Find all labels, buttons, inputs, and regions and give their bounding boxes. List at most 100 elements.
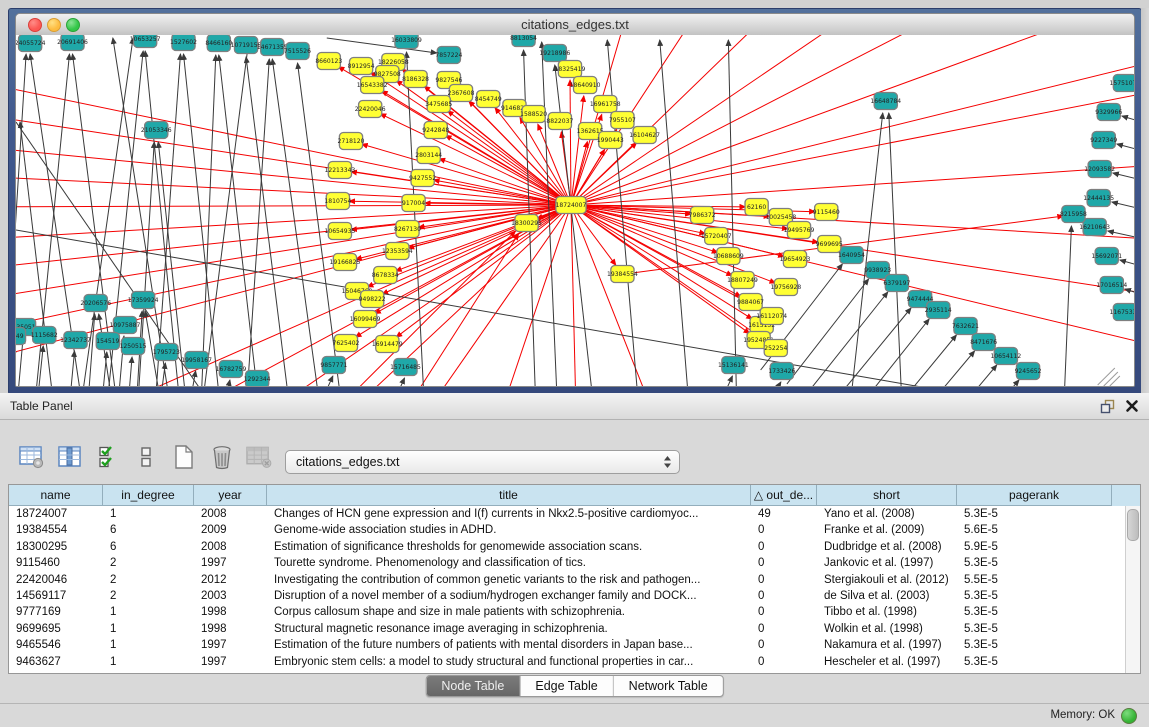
graph-node[interactable]: 1115682 (31, 327, 58, 344)
table-settings-icon[interactable] (18, 444, 45, 471)
graph-node[interactable]: 19218986 (539, 45, 570, 62)
graph-node[interactable]: 1810754 (324, 193, 351, 210)
table-scrollbar[interactable] (1125, 506, 1140, 673)
graph-node[interactable]: 19756928 (771, 279, 802, 296)
graph-node[interactable]: 18300295 (511, 215, 542, 232)
graph-node[interactable]: 62160 (745, 199, 768, 216)
graph-node[interactable]: 12353594 (382, 243, 413, 260)
graph-node[interactable]: 1733426 (768, 363, 795, 380)
table-row[interactable]: 946362711997Embryonic stem cells: a mode… (9, 654, 1126, 670)
graph-node[interactable]: 9227349 (1090, 132, 1117, 149)
graph-node[interactable]: 16099469 (350, 311, 381, 328)
graph-node[interactable]: 9242848 (422, 122, 449, 139)
graph-node[interactable]: 8822037 (546, 113, 573, 130)
tab-node-table[interactable]: Node Table (426, 676, 519, 696)
network-canvas[interactable]: 1872400724055724206914061065325715276028… (16, 35, 1134, 386)
graph-node[interactable]: 6379197 (883, 275, 910, 292)
graph-node[interactable]: 9245652 (1015, 363, 1042, 380)
graph-node[interactable]: 9427552 (409, 170, 436, 187)
table-selector-dropdown[interactable]: citations_edges.txt (285, 450, 680, 474)
graph-node[interactable]: 1588520 (520, 106, 547, 123)
tab-edge-table[interactable]: Edge Table (519, 676, 612, 696)
graph-node[interactable]: 10654935 (325, 223, 356, 240)
graph-node[interactable]: 19958167 (181, 352, 212, 369)
graph-node[interactable]: 16961758 (590, 96, 621, 113)
new-document-icon[interactable] (170, 444, 197, 471)
delete-table-disabled-icon[interactable] (246, 444, 273, 471)
graph-node[interactable]: 8454749 (475, 91, 502, 108)
graph-node[interactable]: 2935114 (925, 302, 952, 319)
graph-node[interactable]: 2718120 (338, 133, 365, 150)
graph-node[interactable]: 12213343 (325, 162, 356, 179)
graph-node[interactable]: 18724007 (556, 197, 587, 214)
graph-node[interactable]: 20206576 (80, 295, 111, 312)
graph-node[interactable]: 8660123 (315, 53, 342, 70)
graph-node[interactable]: 16033809 (391, 35, 422, 49)
graph-node[interactable]: 12342737 (60, 332, 91, 349)
graph-node[interactable]: 7515526 (284, 43, 311, 60)
graph-node[interactable]: 7857224 (435, 47, 462, 64)
graph-node[interactable]: 10975887 (110, 317, 141, 334)
graph-node[interactable]: 1795723 (153, 344, 180, 361)
graph-node[interactable]: 8215958 (1060, 206, 1087, 223)
graph-node[interactable]: 18325419 (555, 61, 586, 78)
graph-node[interactable]: 16104627 (629, 127, 660, 144)
select-checks-icon[interactable] (94, 444, 121, 471)
graph-node[interactable]: 8678334 (372, 267, 399, 284)
graph-node[interactable]: 10653257 (130, 35, 161, 48)
graph-node[interactable]: 12444135 (1083, 190, 1114, 207)
graph-node[interactable]: 1250515 (120, 338, 147, 355)
float-panel-icon[interactable] (1100, 399, 1115, 414)
column-header[interactable]: short (817, 485, 957, 506)
graph-node[interactable]: 19166825 (330, 254, 361, 271)
graph-node[interactable]: 9115460 (813, 204, 840, 221)
graph-node[interactable]: 252254 (764, 340, 787, 357)
graph-node[interactable]: 9884067 (737, 294, 764, 311)
graph-node[interactable]: 16543382 (357, 77, 388, 94)
graph-node[interactable]: 18640910 (570, 77, 601, 94)
graph-node[interactable]: 9329966 (1095, 104, 1122, 121)
graph-node[interactable]: 9857771 (320, 357, 347, 374)
graph-node[interactable]: 7986372 (689, 207, 716, 224)
column-header[interactable]: pagerank (957, 485, 1112, 506)
table-row[interactable]: 977716911998Corpus callosum shape and si… (9, 604, 1126, 620)
row-height-icon[interactable] (132, 444, 159, 471)
graph-node[interactable]: 11675339 (1110, 304, 1134, 321)
graph-node[interactable]: 16914479 (372, 336, 403, 353)
graph-node[interactable]: 16782759 (216, 361, 247, 378)
graph-node[interactable]: 10688609 (713, 248, 744, 265)
column-header[interactable]: name (9, 485, 103, 506)
graph-node[interactable]: 12093582 (1084, 161, 1115, 178)
table-row[interactable]: 1456911722003Disruption of a novel membe… (9, 588, 1126, 604)
graph-node[interactable]: 7625402 (332, 335, 359, 352)
graph-node[interactable]: 1640954 (838, 247, 865, 264)
graph-node[interactable]: 15692071 (1091, 248, 1122, 265)
graph-node[interactable]: 1527602 (170, 35, 197, 51)
graph-node[interactable]: 7632621 (952, 318, 979, 335)
graph-node[interactable]: 19654923 (780, 251, 811, 268)
graph-node[interactable]: 17016514 (1096, 277, 1127, 294)
graph-node[interactable]: 15751074 (1110, 75, 1134, 92)
graph-node[interactable]: 15716485 (390, 359, 421, 376)
graph-node[interactable]: 39149 (16, 328, 26, 345)
graph-node[interactable]: 15720407 (701, 228, 732, 245)
graph-node[interactable]: 8813054 (510, 35, 537, 47)
graph-node[interactable]: 16648784 (870, 93, 901, 110)
graph-node[interactable]: 2367608 (448, 85, 475, 102)
scrollbar-thumb[interactable] (1127, 509, 1139, 541)
column-header[interactable]: year (194, 485, 267, 506)
table-row[interactable]: 1938455462009Genome-wide association stu… (9, 522, 1126, 538)
graph-node[interactable]: 9699695 (816, 236, 843, 253)
graph-node[interactable]: 2803144 (415, 147, 442, 164)
column-header[interactable]: in_degree (103, 485, 194, 506)
graph-node[interactable]: 8186328 (402, 71, 429, 88)
table-row[interactable]: 1830029562008Estimation of significance … (9, 539, 1126, 555)
graph-node[interactable]: 20691406 (57, 35, 88, 51)
table-row[interactable]: 2242004622012Investigating the contribut… (9, 572, 1126, 588)
graph-node[interactable]: 8471676 (970, 334, 997, 351)
graph-node[interactable]: 154519 (96, 333, 119, 350)
graph-node[interactable]: 10654112 (990, 348, 1021, 365)
table-row[interactable]: 969969511998Structural magnetic resonanc… (9, 621, 1126, 637)
tab-network-table[interactable]: Network Table (613, 676, 723, 696)
trash-icon[interactable] (208, 444, 235, 471)
